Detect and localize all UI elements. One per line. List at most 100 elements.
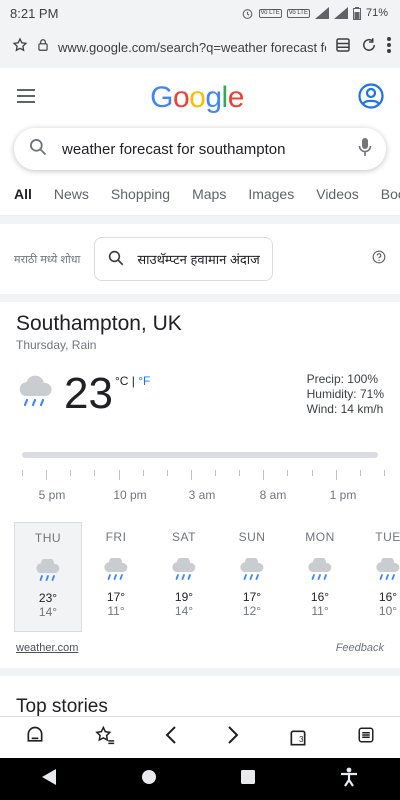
current-conditions: 23 °C | °F Precip: 100% Humidity: 71% Wi…: [16, 372, 384, 432]
tab-videos[interactable]: Videos: [316, 182, 359, 215]
weather-location: Southampton, UK: [16, 312, 182, 335]
day-low-temp: 12°: [242, 604, 262, 618]
google-logo-letter: o: [172, 81, 190, 114]
hour-tick: [263, 470, 265, 480]
day-high-temp: 17°: [106, 590, 126, 604]
weather-day-condition: Thursday, Rain: [16, 338, 97, 352]
menu-icon[interactable]: [357, 726, 375, 749]
lock-icon: [36, 38, 50, 57]
google-logo-letter: o: [189, 81, 206, 114]
hour-tick: [70, 470, 72, 476]
nav-back-icon[interactable]: [42, 768, 57, 790]
reader-mode-icon[interactable]: [334, 36, 352, 59]
hour-label: 10 pm: [113, 488, 147, 502]
accessibility-icon[interactable]: [340, 767, 358, 792]
tabs-count: 3: [298, 734, 304, 744]
hour-tick: [190, 470, 192, 480]
marathi-search-row: मराठी मध्ये शोधा साउथॅम्प्टन हवामान अंदा…: [0, 224, 400, 294]
tab-images[interactable]: Images: [248, 182, 294, 215]
search-input[interactable]: weather forecast for southampton: [62, 141, 344, 158]
fahrenheit-unit[interactable]: °F: [138, 374, 150, 388]
rain-cloud-icon: [169, 556, 199, 582]
help-icon[interactable]: [372, 250, 386, 269]
day-low-temp: 14°: [38, 605, 58, 619]
marathi-label: मराठी मध्ये शोधा: [14, 253, 81, 266]
weather-card: Southampton, UK Thursday, Rain 23 °C | °…: [0, 302, 400, 654]
current-temperature: 23: [64, 369, 113, 418]
day-forecast-thu[interactable]: THU 23° 14°: [14, 522, 82, 632]
top-stories-title: Top stories: [16, 696, 108, 717]
signal-icon: [314, 7, 329, 19]
tabs-icon[interactable]: 3: [288, 728, 308, 748]
day-low-temp: 11°: [311, 604, 329, 618]
hour-label: 5 pm: [38, 488, 66, 502]
source-link[interactable]: weather.com: [16, 642, 78, 654]
url-field[interactable]: www.google.com/search?q=weather forecast…: [58, 40, 326, 55]
wind: Wind: 14 km/h: [306, 402, 384, 416]
hamburger-menu-icon[interactable]: [16, 88, 36, 109]
unit-toggle: °C | °F: [115, 374, 150, 388]
hour-tick: [359, 470, 361, 476]
nav-home-icon[interactable]: [141, 769, 157, 790]
hour-tick: [311, 470, 313, 476]
celsius-unit[interactable]: °C: [115, 374, 128, 388]
unit-separator: |: [131, 374, 135, 388]
hour-tick: [166, 470, 168, 476]
search-box[interactable]: weather forecast for southampton: [14, 128, 386, 170]
home-icon[interactable]: [25, 725, 45, 750]
marathi-search-chip[interactable]: साउथॅम्प्टन हवामान अंदाज: [94, 237, 273, 281]
microphone-icon[interactable]: [358, 137, 372, 162]
hour-tick: [22, 470, 23, 476]
more-menu-icon[interactable]: [386, 36, 392, 59]
browser-bottom-bar: 3: [0, 716, 400, 758]
hour-tick: [46, 470, 48, 480]
rain-cloud-icon: [33, 557, 63, 583]
google-logo[interactable]: Google: [150, 81, 244, 115]
tab-boo[interactable]: Boo: [381, 182, 400, 215]
nav-recents-icon[interactable]: [241, 769, 256, 789]
hour-tick: [287, 470, 289, 476]
search-icon[interactable]: [28, 137, 48, 162]
hour-label: 1 pm: [329, 488, 357, 502]
status-bar: 8:21 PM Vo LTE Vo LTE 71%: [0, 0, 400, 26]
day-forecast-sat[interactable]: SAT 19° 14°: [150, 522, 218, 632]
status-time: 8:21 PM: [10, 5, 59, 21]
forward-icon[interactable]: [227, 725, 239, 750]
hour-tick: [94, 470, 96, 476]
google-header: Google: [0, 68, 400, 128]
day-high-temp: 19°: [174, 590, 194, 604]
google-logo-letter: G: [150, 81, 173, 114]
hour-tick: [142, 470, 144, 476]
reload-icon[interactable]: [360, 36, 378, 59]
feedback-link[interactable]: Feedback: [336, 642, 384, 654]
account-icon[interactable]: [358, 82, 384, 114]
tab-news[interactable]: News: [54, 182, 89, 215]
day-forecast-mon[interactable]: MON 16° 11°: [286, 522, 354, 632]
browser-url-bar: www.google.com/search?q=weather forecast…: [0, 26, 400, 68]
hourly-scroll-track[interactable]: [22, 452, 378, 458]
android-nav-bar: [0, 758, 400, 800]
volte-badge-1: Vo LTE: [258, 8, 282, 18]
day-name: MON: [305, 530, 335, 544]
tab-shopping[interactable]: Shopping: [111, 182, 170, 215]
day-forecast-fri[interactable]: FRI 17° 11°: [82, 522, 150, 632]
star-icon[interactable]: [12, 36, 28, 58]
tab-maps[interactable]: Maps: [192, 182, 226, 215]
day-name: THU: [34, 531, 62, 545]
bookmarks-icon[interactable]: [94, 725, 116, 750]
tab-all[interactable]: All: [14, 182, 32, 215]
day-name: SUN: [238, 530, 266, 544]
day-forecast-tue[interactable]: TUE 16° 10°: [354, 522, 400, 632]
day-high-temp: 23°: [38, 591, 58, 605]
day-forecast-sun[interactable]: SUN 17° 12°: [218, 522, 286, 632]
search-icon: [107, 249, 125, 270]
status-icons: Vo LTE Vo LTE 71%: [241, 6, 388, 20]
hour-tick: [239, 470, 241, 476]
precipitation: Precip: 100%: [306, 372, 378, 386]
back-icon[interactable]: [165, 725, 177, 750]
rain-cloud-icon: [373, 556, 400, 582]
battery-percent: 71%: [365, 7, 388, 19]
section-divider: [0, 294, 400, 302]
day-name: FRI: [105, 530, 127, 544]
search-tabs: All News Shopping Maps Images Videos Boo: [0, 182, 400, 216]
